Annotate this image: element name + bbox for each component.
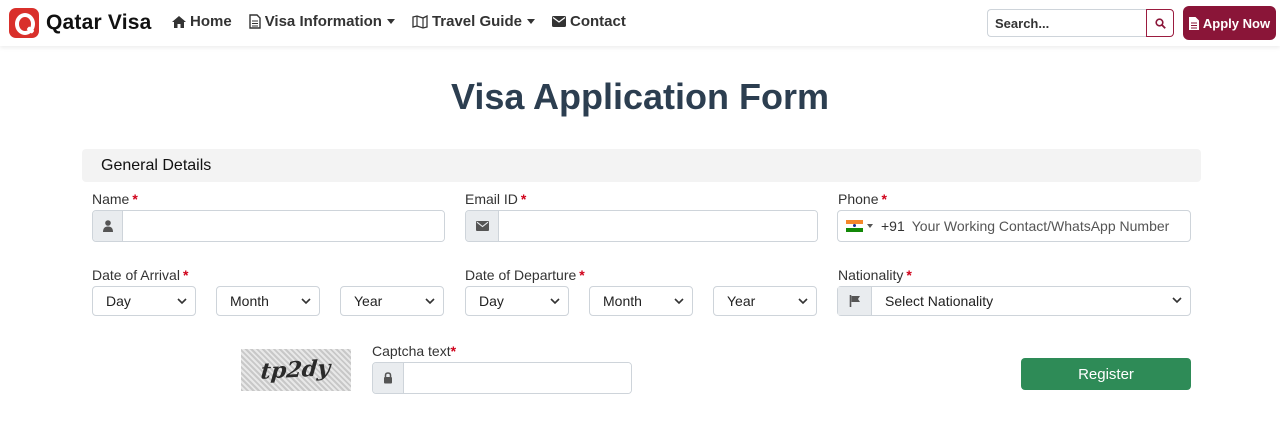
required-mark: *	[906, 267, 912, 283]
captcha-field	[372, 362, 632, 394]
departure-year-select[interactable]: Year	[713, 286, 817, 316]
nav-home-label: Home	[190, 13, 232, 30]
section-header-general: General Details	[82, 149, 1201, 182]
arrival-label-text: Date of Arrival	[92, 267, 180, 283]
arrival-label: Date of Arrival *	[92, 267, 188, 283]
departure-day-value: Day	[479, 293, 504, 309]
chevron-down-icon	[177, 298, 187, 305]
captcha-addon	[373, 363, 404, 393]
nav-contact-label: Contact	[569, 13, 626, 30]
nav-contact[interactable]: Contact	[551, 13, 626, 30]
chevron-down-icon	[867, 224, 873, 228]
home-icon	[172, 15, 186, 28]
arrival-year-select[interactable]: Year	[340, 286, 444, 316]
required-mark: *	[132, 191, 138, 207]
nationality-label: Nationality *	[838, 267, 912, 283]
nav-visa-information-label: Visa Information	[264, 13, 382, 30]
captcha-image: tp2dy	[241, 349, 351, 391]
captcha-input[interactable]	[404, 363, 631, 393]
required-mark: *	[881, 191, 887, 207]
nationality-value: Select Nationality	[885, 293, 994, 309]
search-icon	[1154, 17, 1166, 29]
lock-icon	[384, 372, 392, 384]
nav-travel-guide[interactable]: Travel Guide	[412, 13, 535, 30]
name-field	[92, 210, 445, 242]
register-label: Register	[1078, 365, 1134, 383]
email-label: Email ID *	[465, 191, 526, 207]
navbar: Qatar Visa Home Visa Information Travel …	[0, 0, 1280, 46]
email-addon	[466, 211, 499, 241]
phone-label: Phone *	[838, 191, 887, 207]
logo-q-icon	[9, 8, 39, 38]
required-mark: *	[182, 267, 189, 283]
search-input[interactable]	[987, 9, 1146, 37]
search-bar	[987, 9, 1174, 37]
search-button[interactable]	[1146, 9, 1174, 37]
required-mark: *	[450, 343, 457, 359]
chevron-down-icon	[674, 298, 684, 305]
apply-now-button[interactable]: Apply Now	[1183, 6, 1276, 40]
chevron-down-icon	[425, 298, 435, 305]
flag-icon	[849, 295, 860, 307]
chevron-down-icon	[798, 298, 808, 305]
required-mark: *	[579, 267, 585, 283]
phone-placeholder: Your Working Contact/WhatsApp Number	[911, 218, 1170, 234]
register-button[interactable]: Register	[1021, 358, 1191, 390]
section-title: General Details	[101, 157, 212, 174]
departure-label-text: Date of Departure	[465, 267, 577, 283]
page-title: Visa Application Form	[450, 76, 830, 117]
nav-visa-information[interactable]: Visa Information	[248, 13, 395, 30]
captcha-label: Captcha text*	[372, 343, 456, 359]
name-input[interactable]	[123, 211, 444, 241]
document-icon	[248, 14, 261, 29]
chevron-down-icon	[526, 19, 535, 24]
chevron-down-icon	[550, 298, 560, 305]
email-input[interactable]	[499, 211, 817, 241]
chevron-down-icon	[386, 19, 395, 24]
main-nav: Home Visa Information Travel Guide Conta…	[172, 13, 643, 30]
email-label-text: Email ID	[465, 191, 518, 207]
nationality-label-text: Nationality	[838, 267, 904, 283]
captcha-label-text: Captcha text	[372, 343, 451, 359]
map-icon	[412, 14, 428, 29]
user-icon	[102, 220, 113, 232]
brand-name: Qatar Visa	[46, 11, 152, 34]
name-addon	[93, 211, 123, 241]
departure-label: Date of Departure *	[465, 267, 585, 283]
arrival-day-value: Day	[106, 293, 131, 309]
email-field	[465, 210, 818, 242]
phone-field[interactable]: +91 Your Working Contact/WhatsApp Number	[837, 210, 1191, 242]
departure-day-select[interactable]: Day	[465, 286, 569, 316]
arrival-day-select[interactable]: Day	[92, 286, 196, 316]
departure-year-value: Year	[727, 293, 756, 309]
india-flag-icon[interactable]	[846, 220, 863, 232]
name-label: Name *	[92, 191, 138, 207]
captcha-text-image: tp2dy	[260, 355, 332, 385]
departure-month-select[interactable]: Month	[589, 286, 693, 316]
arrival-month-value: Month	[230, 293, 269, 309]
nationality-select[interactable]: Select Nationality	[837, 286, 1191, 316]
chevron-down-icon	[1172, 297, 1182, 304]
arrival-year-value: Year	[354, 293, 383, 309]
chevron-down-icon	[301, 298, 311, 305]
nav-travel-guide-label: Travel Guide	[431, 13, 522, 30]
envelope-icon	[551, 16, 566, 27]
brand-logo[interactable]: Qatar Visa	[9, 8, 152, 38]
apply-now-label: Apply Now	[1202, 15, 1271, 31]
arrival-month-select[interactable]: Month	[216, 286, 320, 316]
departure-month-value: Month	[603, 293, 642, 309]
nationality-addon	[838, 287, 872, 315]
required-mark: *	[520, 191, 527, 207]
name-label-text: Name	[92, 191, 130, 207]
phone-label-text: Phone	[838, 191, 879, 207]
envelope-icon	[475, 221, 489, 231]
phone-dial-code: +91	[881, 218, 905, 234]
document-icon	[1188, 16, 1199, 30]
nav-home[interactable]: Home	[172, 13, 232, 30]
